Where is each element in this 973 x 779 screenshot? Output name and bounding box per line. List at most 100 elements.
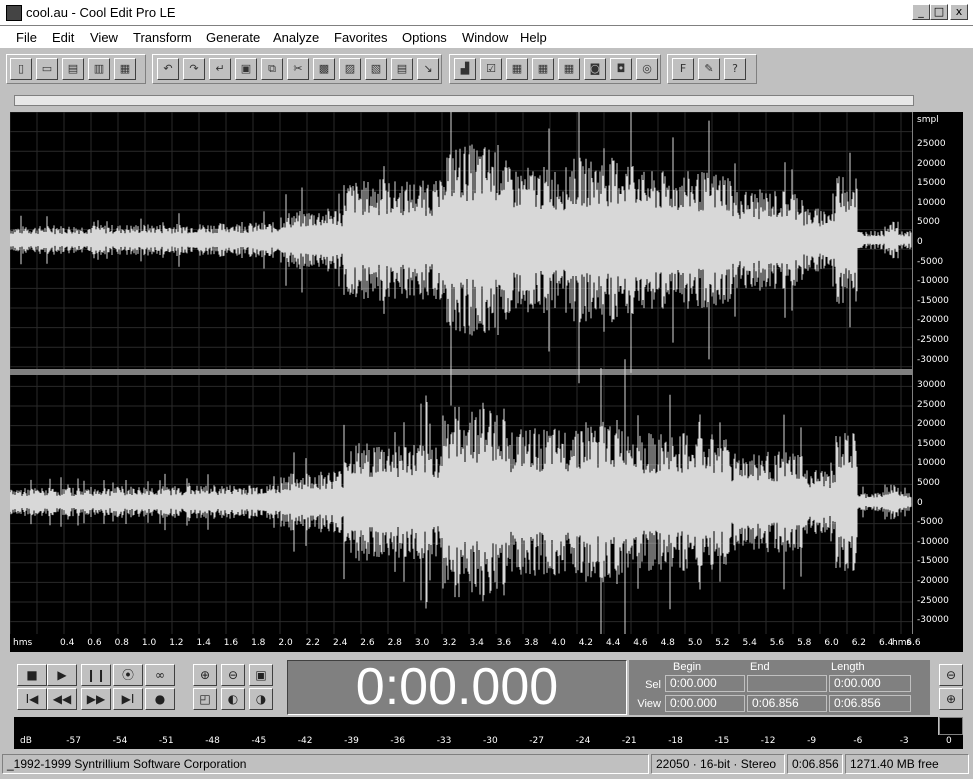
save-icon[interactable]: ▤ bbox=[62, 58, 84, 80]
menu-analyze[interactable]: Analyze bbox=[273, 30, 319, 45]
app-icon[interactable] bbox=[6, 5, 22, 21]
play-button[interactable]: ▶ bbox=[47, 664, 77, 686]
waveform-display[interactable] bbox=[9, 74, 912, 645]
meter-db-label: -30 bbox=[483, 736, 498, 746]
snap-icon[interactable]: ↘ bbox=[417, 58, 439, 80]
cut-icon[interactable]: ✂ bbox=[287, 58, 309, 80]
grid-b-icon[interactable]: ▦ bbox=[532, 58, 554, 80]
close-button[interactable]: x bbox=[950, 4, 968, 20]
menu-transform[interactable]: Transform bbox=[133, 30, 192, 45]
time-label: 0.8 bbox=[114, 638, 129, 648]
doc-icon[interactable]: ◘ bbox=[610, 58, 632, 80]
meter-db-label: -21 bbox=[621, 736, 637, 746]
menu-view[interactable]: View bbox=[90, 30, 118, 45]
view-begin-field[interactable]: 0:00.000 bbox=[665, 695, 745, 712]
paste-icon[interactable]: ▩ bbox=[313, 58, 335, 80]
amp-label: -5000 bbox=[917, 256, 944, 267]
rewind-button[interactable]: ◀◀ bbox=[47, 688, 77, 710]
time-label: 3.6 bbox=[496, 638, 512, 648]
save-as-icon[interactable]: ▥ bbox=[88, 58, 110, 80]
redo-icon[interactable]: ↷ bbox=[183, 58, 205, 80]
spectral-view-icon[interactable]: ▟ bbox=[454, 58, 476, 80]
status-copyright: _1992-1999 Syntrillium Software Corporat… bbox=[2, 754, 649, 774]
sel-begin-field[interactable]: 0:00.000 bbox=[665, 675, 745, 692]
menu-options[interactable]: Options bbox=[402, 30, 447, 45]
meter-db-label: -48 bbox=[205, 736, 220, 746]
view-length-field[interactable]: 0:06.856 bbox=[829, 695, 911, 712]
copy-icon[interactable]: ⧉ bbox=[261, 58, 283, 80]
meter-db-label: -51 bbox=[158, 736, 174, 746]
new-icon[interactable]: ▯ bbox=[10, 58, 32, 80]
grid-c-icon[interactable]: ▦ bbox=[558, 58, 580, 80]
mix-paste-icon[interactable]: ▧ bbox=[365, 58, 387, 80]
help-icon[interactable]: ? bbox=[724, 58, 746, 80]
time-label: 1.2 bbox=[169, 638, 184, 648]
sel-length-field[interactable]: 0:00.000 bbox=[829, 675, 911, 692]
selection-panel: Begin End Length Sel View 0:00.000 0:00.… bbox=[629, 660, 930, 715]
amp-label: -15000 bbox=[917, 295, 949, 306]
amp-label: 20000 bbox=[917, 158, 946, 169]
sel-end-field[interactable] bbox=[747, 675, 827, 692]
disc-icon[interactable]: ◎ bbox=[636, 58, 658, 80]
trim-icon[interactable]: ▤ bbox=[391, 58, 413, 80]
amp-label: -20000 bbox=[917, 315, 949, 326]
go-to-start-button[interactable]: I◀ bbox=[17, 688, 47, 710]
cd-icon[interactable]: ◙ bbox=[584, 58, 606, 80]
paste-new-icon[interactable]: ▨ bbox=[339, 58, 361, 80]
time-label: 5.8 bbox=[797, 638, 812, 648]
time-label: 2.4 bbox=[333, 638, 348, 648]
record-button[interactable]: ● bbox=[145, 688, 175, 710]
zoom-in-vertical-icon[interactable]: ⊕ bbox=[939, 688, 963, 710]
play-to-end-button[interactable]: ⦿ bbox=[113, 664, 143, 686]
zoom-full-icon[interactable]: ▣ bbox=[249, 664, 273, 686]
close-file-icon[interactable]: ▦ bbox=[114, 58, 136, 80]
time-display: 0:00.000 bbox=[287, 660, 627, 715]
time-label: 4.0 bbox=[551, 638, 566, 648]
misc-toolbar-group: F ✎ ? bbox=[667, 54, 757, 84]
zoom-out-horizontal-icon[interactable]: ⊖ bbox=[221, 664, 245, 686]
pause-button[interactable]: ❙❙ bbox=[81, 664, 111, 686]
loop-button[interactable]: ∞ bbox=[145, 664, 175, 686]
menu-help[interactable]: Help bbox=[520, 30, 547, 45]
grid-a-icon[interactable]: ▦ bbox=[506, 58, 528, 80]
level-meter bbox=[14, 717, 938, 735]
f-icon[interactable]: F bbox=[672, 58, 694, 80]
meter-db-label: -12 bbox=[760, 736, 776, 746]
zoom-in-horizontal-icon[interactable]: ⊕ bbox=[193, 664, 217, 686]
open-icon[interactable]: ▭ bbox=[36, 58, 58, 80]
meter-db-label: -18 bbox=[668, 736, 683, 746]
zoom-left-icon[interactable]: ◐ bbox=[221, 688, 245, 710]
time-label: 4.4 bbox=[606, 638, 621, 648]
amp-label: 25000 bbox=[917, 139, 946, 149]
maximize-button[interactable]: □ bbox=[930, 4, 948, 20]
go-to-end-button[interactable]: ▶I bbox=[113, 688, 143, 710]
menu-edit[interactable]: Edit bbox=[52, 30, 74, 45]
time-label: 2.2 bbox=[305, 638, 321, 648]
menu-window[interactable]: Window bbox=[462, 30, 508, 45]
view-end-field[interactable]: 0:06.856 bbox=[747, 695, 827, 712]
menu-file[interactable]: File bbox=[16, 30, 37, 45]
time-ruler: hms hms 0.4 0.6 0.8 1.0 1.2 1.4 1.6 1.8 2.0 2.2 2.… bbox=[10, 634, 963, 652]
fast-forward-button[interactable]: ▶▶ bbox=[81, 688, 111, 710]
amp-label: 10000 bbox=[917, 197, 946, 208]
sel-label: Sel bbox=[645, 679, 661, 691]
amp-label: 0 bbox=[917, 237, 923, 247]
meter-db-label: -3 bbox=[899, 736, 909, 746]
menu-favorites[interactable]: Favorites bbox=[334, 30, 387, 45]
undo-icon[interactable]: ↶ bbox=[157, 58, 179, 80]
view-label: View bbox=[637, 698, 661, 710]
repeat-icon[interactable]: ↵ bbox=[209, 58, 231, 80]
window-title: cool.au - Cool Edit Pro LE bbox=[26, 5, 176, 20]
zoom-selection-icon[interactable]: ◰ bbox=[193, 688, 217, 710]
meter-peak-box[interactable] bbox=[939, 717, 963, 735]
zoom-right-icon[interactable]: ◑ bbox=[249, 688, 273, 710]
copy-to-new-icon[interactable]: ▣ bbox=[235, 58, 257, 80]
script-icon[interactable]: ✎ bbox=[698, 58, 720, 80]
stop-button[interactable]: ■ bbox=[17, 664, 47, 686]
minimize-button[interactable]: _ bbox=[912, 4, 930, 20]
overview-bar[interactable] bbox=[14, 95, 914, 106]
menu-generate[interactable]: Generate bbox=[206, 30, 260, 45]
amp-label: 25000 bbox=[917, 399, 946, 410]
zoom-out-vertical-icon[interactable]: ⊖ bbox=[939, 664, 963, 686]
checkbox-icon[interactable]: ☑ bbox=[480, 58, 502, 80]
